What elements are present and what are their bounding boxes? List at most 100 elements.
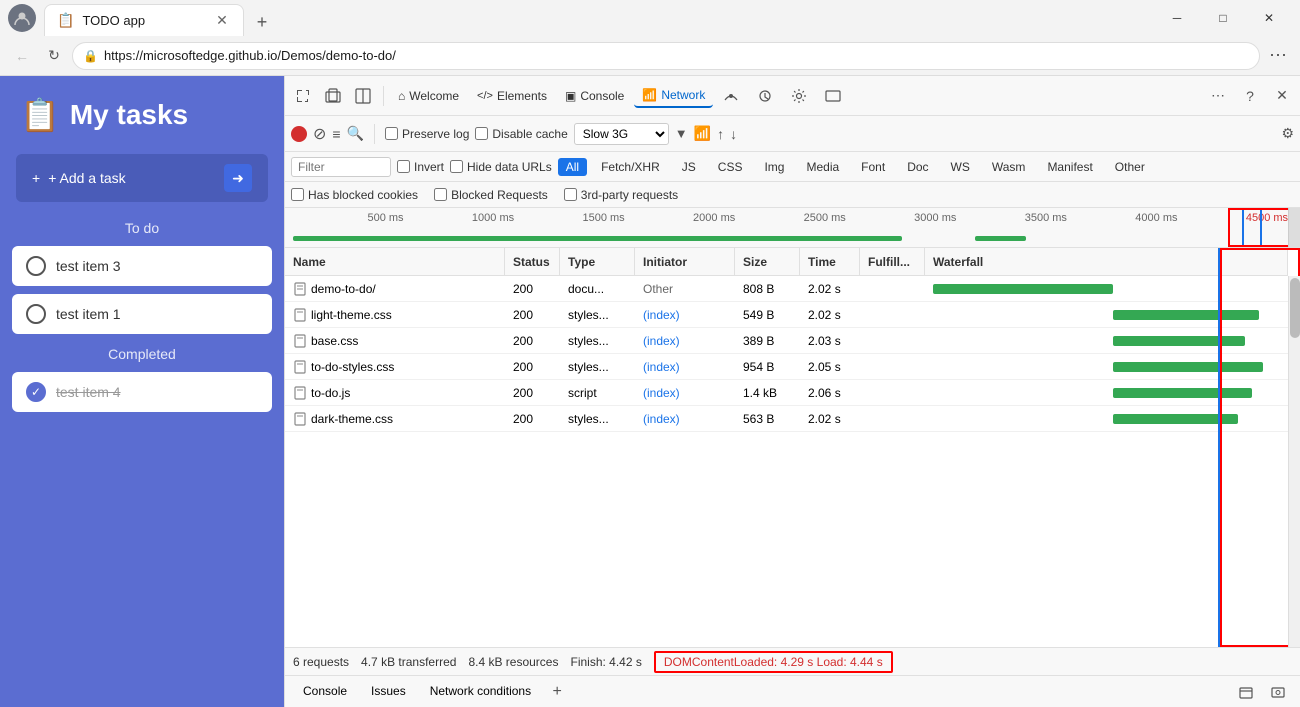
preserve-log-label[interactable]: Preserve log bbox=[385, 127, 469, 141]
filter-wasm[interactable]: Wasm bbox=[984, 158, 1034, 176]
blocked-requests-checkbox[interactable] bbox=[434, 188, 447, 201]
bottom-tab-add-button[interactable]: + bbox=[545, 680, 569, 704]
hide-data-urls-label[interactable]: Hide data URLs bbox=[450, 160, 552, 174]
third-party-label[interactable]: 3rd-party requests bbox=[564, 188, 678, 202]
header-initiator[interactable]: Initiator bbox=[635, 248, 735, 275]
task-item[interactable]: test item 1 bbox=[12, 294, 272, 334]
network-settings-icon[interactable]: ⚙ bbox=[1281, 125, 1294, 142]
network-row[interactable]: light-theme.css 200 styles... (index) 54… bbox=[285, 302, 1288, 328]
header-name[interactable]: Name bbox=[285, 248, 505, 275]
invert-label[interactable]: Invert bbox=[397, 160, 444, 174]
disable-cache-label[interactable]: Disable cache bbox=[475, 127, 567, 141]
minimize-button[interactable]: ─ bbox=[1154, 2, 1200, 34]
row-waterfall bbox=[925, 406, 1288, 431]
filter-img[interactable]: Img bbox=[756, 158, 792, 176]
task-item-completed[interactable]: ✓ test item 4 bbox=[12, 372, 272, 412]
filter-media[interactable]: Media bbox=[798, 158, 847, 176]
scrollbar-thumb[interactable] bbox=[1290, 278, 1300, 338]
hide-data-urls-checkbox[interactable] bbox=[450, 160, 463, 173]
has-blocked-cookies-label[interactable]: Has blocked cookies bbox=[291, 188, 418, 202]
filter-toggle-button[interactable]: ≡ bbox=[332, 126, 340, 142]
row-time: 2.02 s bbox=[800, 276, 860, 301]
tab-network[interactable]: 📶 Network bbox=[634, 84, 713, 108]
task-checkbox-checked[interactable]: ✓ bbox=[26, 382, 46, 402]
throttle-select[interactable]: Slow 3G Fast 3G No throttling bbox=[574, 123, 669, 145]
tab-close-button[interactable]: ✕ bbox=[213, 12, 231, 30]
filter-css[interactable]: CSS bbox=[710, 158, 751, 176]
filter-js[interactable]: JS bbox=[674, 158, 704, 176]
network-scrollbar[interactable] bbox=[1288, 276, 1300, 647]
header-size[interactable]: Size bbox=[735, 248, 800, 275]
initiator-link[interactable]: (index) bbox=[643, 412, 680, 426]
header-fulfill[interactable]: Fulfill... bbox=[860, 248, 925, 275]
close-button[interactable]: ✕ bbox=[1246, 2, 1292, 34]
throttle-dropdown-icon[interactable]: ▼ bbox=[675, 126, 688, 141]
record-button[interactable] bbox=[291, 126, 307, 142]
third-party-checkbox[interactable] bbox=[564, 188, 577, 201]
blocked-requests-label[interactable]: Blocked Requests bbox=[434, 188, 548, 202]
devtools-help-button[interactable]: ? bbox=[1236, 82, 1264, 110]
network-row[interactable]: base.css 200 styles... (index) 389 B 2.0… bbox=[285, 328, 1288, 354]
hide-data-urls-text: Hide data URLs bbox=[467, 160, 552, 174]
invert-checkbox[interactable] bbox=[397, 160, 410, 173]
filter-other[interactable]: Other bbox=[1107, 158, 1153, 176]
initiator-link[interactable]: (index) bbox=[643, 360, 680, 374]
filter-doc[interactable]: Doc bbox=[899, 158, 936, 176]
initiator-link[interactable]: (index) bbox=[643, 334, 680, 348]
timeline-bar: 500 ms 1000 ms 1500 ms 2000 ms 2500 ms 3… bbox=[285, 208, 1300, 248]
maximize-button[interactable]: □ bbox=[1200, 2, 1246, 34]
header-waterfall[interactable]: Waterfall bbox=[925, 248, 1288, 275]
filter-all[interactable]: All bbox=[558, 158, 587, 176]
filter-fetch-xhr[interactable]: Fetch/XHR bbox=[593, 158, 668, 176]
devtools-close-button[interactable]: ✕ bbox=[1268, 82, 1296, 110]
tab-responsive[interactable] bbox=[817, 84, 849, 108]
search-button[interactable]: 🔍 bbox=[347, 125, 364, 142]
header-status[interactable]: Status bbox=[505, 248, 560, 275]
add-task-button[interactable]: + + Add a task ➜ bbox=[16, 154, 268, 202]
back-button[interactable]: ← bbox=[8, 42, 36, 70]
filter-manifest[interactable]: Manifest bbox=[1039, 158, 1100, 176]
network-conditions-icon[interactable]: 📶 bbox=[694, 125, 711, 142]
tab-memory[interactable] bbox=[749, 84, 781, 108]
clear-button[interactable]: ⊘ bbox=[313, 124, 326, 144]
has-blocked-cookies-checkbox[interactable] bbox=[291, 188, 304, 201]
filter-font[interactable]: Font bbox=[853, 158, 893, 176]
devtools-undock-button[interactable] bbox=[1232, 678, 1260, 706]
device-toolbar-button[interactable] bbox=[319, 82, 347, 110]
address-bar[interactable]: 🔒 https://microsoftedge.github.io/Demos/… bbox=[72, 42, 1260, 70]
refresh-button[interactable]: ↻ bbox=[40, 42, 68, 70]
network-row[interactable]: to-do.js 200 script (index) 1.4 kB 2.06 … bbox=[285, 380, 1288, 406]
active-tab[interactable]: 📋 TODO app ✕ bbox=[44, 4, 244, 36]
bottom-tab-network-conditions[interactable]: Network conditions bbox=[420, 680, 541, 704]
network-row[interactable]: dark-theme.css 200 styles... (index) 563… bbox=[285, 406, 1288, 432]
initiator-link[interactable]: (index) bbox=[643, 308, 680, 322]
panel-layout-button[interactable] bbox=[349, 82, 377, 110]
bottom-tab-issues[interactable]: Issues bbox=[361, 680, 416, 704]
tab-settings[interactable] bbox=[783, 84, 815, 108]
header-time[interactable]: Time bbox=[800, 248, 860, 275]
tab-console[interactable]: ▣ Console bbox=[557, 85, 632, 107]
network-row[interactable]: demo-to-do/ 200 docu... Other 808 B 2.02… bbox=[285, 276, 1288, 302]
task-checkbox[interactable] bbox=[26, 304, 46, 324]
task-item[interactable]: test item 3 bbox=[12, 246, 272, 286]
tab-performance-icon[interactable] bbox=[715, 84, 747, 108]
new-tab-button[interactable]: + bbox=[248, 8, 276, 36]
header-type[interactable]: Type bbox=[560, 248, 635, 275]
devtools-screenshot-button[interactable] bbox=[1264, 678, 1292, 706]
tab-elements[interactable]: </> Elements bbox=[469, 85, 555, 107]
filter-input[interactable] bbox=[291, 157, 391, 177]
more-options-button[interactable]: ⋯ bbox=[1264, 42, 1292, 70]
disable-cache-checkbox[interactable] bbox=[475, 127, 488, 140]
add-task-icon: + bbox=[32, 170, 40, 186]
tab-welcome[interactable]: ⌂ Welcome bbox=[390, 85, 467, 107]
initiator-link[interactable]: (index) bbox=[643, 386, 680, 400]
devtools-more-button[interactable]: ⋯ bbox=[1204, 82, 1232, 110]
timeline-scrollbar[interactable] bbox=[1288, 208, 1300, 247]
network-row[interactable]: to-do-styles.css 200 styles... (index) 9… bbox=[285, 354, 1288, 380]
url-text: https://microsoftedge.github.io/Demos/de… bbox=[104, 48, 1249, 63]
bottom-tab-console[interactable]: Console bbox=[293, 680, 357, 704]
task-checkbox[interactable] bbox=[26, 256, 46, 276]
filter-ws[interactable]: WS bbox=[943, 158, 978, 176]
preserve-log-checkbox[interactable] bbox=[385, 127, 398, 140]
inspect-element-button[interactable] bbox=[289, 82, 317, 110]
